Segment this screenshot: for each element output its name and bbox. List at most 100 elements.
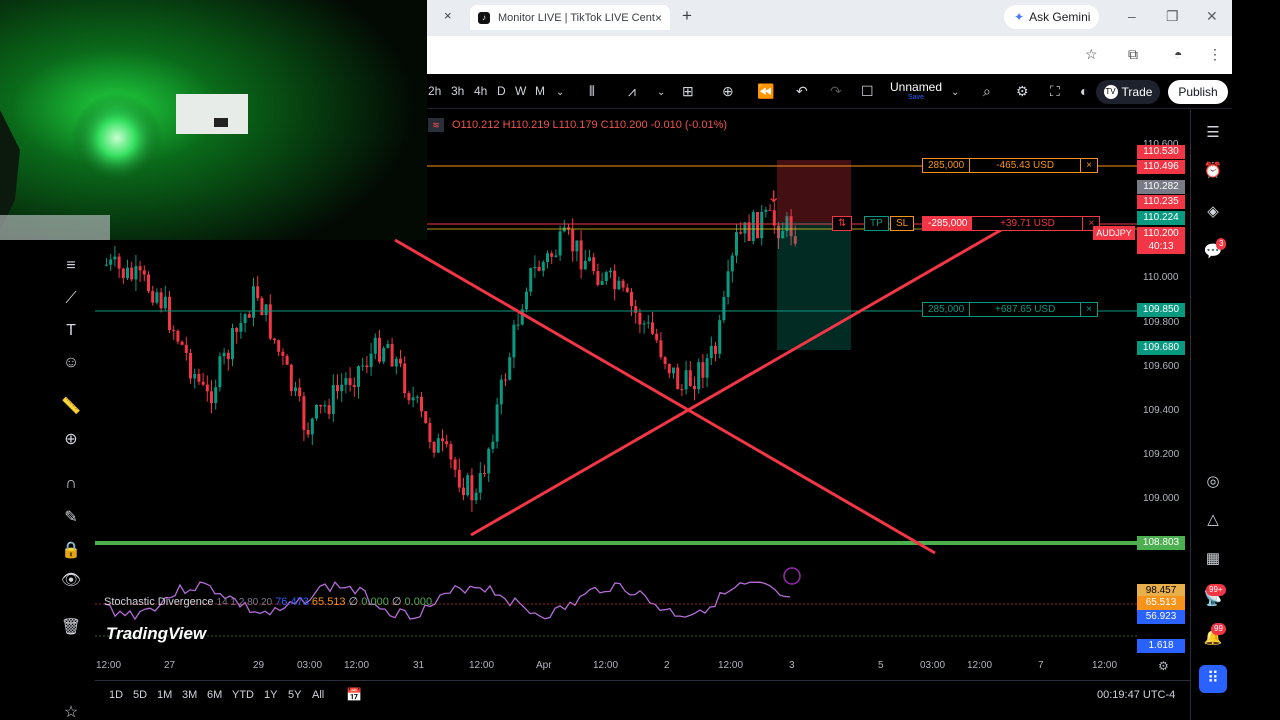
interval-m[interactable]: M bbox=[535, 84, 545, 98]
symbol-flag-icon[interactable]: ≋ bbox=[428, 118, 444, 132]
snapshot-icon[interactable]: ◐ bbox=[1080, 83, 1088, 99]
close-window-button[interactable]: ✕ bbox=[1206, 8, 1218, 25]
candle-body bbox=[277, 340, 281, 352]
lightning-icon[interactable] bbox=[783, 567, 801, 585]
maximize-button[interactable]: ❐ bbox=[1166, 8, 1179, 25]
candle-body bbox=[172, 330, 176, 332]
take-profit-order-label[interactable]: 285,000 +687.65 USD × bbox=[922, 302, 1098, 317]
redo-icon[interactable]: ↷ bbox=[830, 83, 842, 100]
candle-body bbox=[495, 404, 499, 442]
timeframe-5d[interactable]: 5D bbox=[133, 689, 147, 701]
tradingview-logo[interactable]: TradingView bbox=[106, 624, 206, 644]
layers-icon[interactable]: ◈ bbox=[1202, 201, 1224, 223]
indicators-dropdown-icon[interactable]: ⌄ bbox=[657, 87, 665, 98]
lock-drawing-icon[interactable]: ✎ bbox=[60, 507, 82, 529]
alerts-clock-icon[interactable]: ⏰ bbox=[1202, 160, 1224, 182]
fullscreen-icon[interactable]: ⛶ bbox=[1050, 83, 1060, 100]
timeframe-3m[interactable]: 3M bbox=[182, 689, 197, 701]
tab-close-icon[interactable]: × bbox=[655, 11, 662, 25]
reverse-position-icon[interactable]: ⇅ bbox=[833, 217, 851, 230]
settings-gear-icon[interactable]: ⚙ bbox=[1016, 83, 1029, 100]
candle-body bbox=[394, 358, 398, 367]
candle-body bbox=[474, 492, 478, 501]
interval-d[interactable]: D bbox=[497, 84, 506, 98]
timeframe-1d[interactable]: 1D bbox=[109, 689, 123, 701]
position-order-label[interactable]: -285,000 +39.71 USD × bbox=[922, 216, 1101, 231]
profile-icon[interactable]: ◓ bbox=[1174, 46, 1182, 62]
candle-body bbox=[571, 229, 575, 252]
timeframe-5y[interactable]: 5Y bbox=[288, 689, 301, 701]
publish-button[interactable]: Publish bbox=[1168, 80, 1228, 104]
trade-label: Trade bbox=[1121, 85, 1153, 99]
bookmark-star-icon[interactable]: ☆ bbox=[1085, 46, 1098, 63]
templates-icon[interactable]: ⊞ bbox=[682, 83, 694, 100]
browser-tab[interactable]: ♪ Monitor LIVE | TikTok LIVE Cent × bbox=[470, 5, 670, 30]
watchlist-icon[interactable]: ☰ bbox=[1202, 122, 1224, 144]
candle-body bbox=[462, 487, 465, 496]
candle-body bbox=[466, 475, 470, 496]
calendar-icon[interactable]: ▦ bbox=[1202, 548, 1224, 570]
new-tab-button[interactable]: + bbox=[682, 6, 692, 26]
magnet-icon[interactable]: ∩ bbox=[60, 473, 82, 495]
sl-close-icon[interactable]: × bbox=[1080, 159, 1097, 172]
replay-icon[interactable]: ⏪ bbox=[757, 83, 774, 100]
text-tool-icon[interactable]: T bbox=[60, 320, 82, 342]
stop-loss-order-label[interactable]: 285,000 -465.43 USD × bbox=[922, 158, 1098, 173]
ruler-icon[interactable]: 📏 bbox=[60, 396, 82, 418]
candles-icon[interactable]: ⫴ bbox=[589, 83, 595, 100]
candle-body bbox=[550, 253, 554, 257]
candle-body bbox=[533, 267, 537, 269]
interval-w[interactable]: W bbox=[515, 84, 526, 98]
layout-square-icon[interactable]: ☐ bbox=[861, 83, 874, 100]
interval-dropdown-icon[interactable]: ⌄ bbox=[556, 87, 564, 98]
minimize-button[interactable]: – bbox=[1128, 8, 1136, 24]
ideas-icon[interactable]: △ bbox=[1202, 509, 1224, 531]
pitchfork-tool-icon[interactable]: ⟋ bbox=[60, 288, 82, 310]
browser-menu-icon[interactable]: ⋮ bbox=[1208, 46, 1222, 63]
time-tick: 03:00 bbox=[297, 660, 323, 671]
target-icon[interactable]: ◎ bbox=[1202, 471, 1224, 493]
candle-body bbox=[617, 280, 621, 290]
interval-2h[interactable]: 2h bbox=[428, 84, 441, 98]
time-tick: 27 bbox=[164, 660, 176, 671]
favorites-star-icon[interactable]: ☆ bbox=[60, 702, 82, 720]
ohlc-high: H110.219 bbox=[502, 119, 550, 131]
trash-icon[interactable]: 🗑 bbox=[60, 617, 82, 639]
timeframe-6m[interactable]: 6M bbox=[207, 689, 222, 701]
emoji-tool-icon[interactable]: ☺ bbox=[60, 352, 82, 374]
add-sl-button[interactable]: SL bbox=[890, 216, 915, 231]
position-controls[interactable]: ⇅ bbox=[832, 216, 853, 231]
candle-body bbox=[264, 304, 268, 316]
quick-search-icon[interactable]: ⌕ bbox=[983, 83, 991, 100]
timeframe-1y[interactable]: 1Y bbox=[264, 689, 277, 701]
layout-name-button[interactable]: Unnamed Save bbox=[890, 80, 942, 101]
interval-3h[interactable]: 3h bbox=[451, 84, 464, 98]
close-tab-icon[interactable]: × bbox=[444, 8, 458, 26]
indicators-icon[interactable]: ⩘ bbox=[628, 83, 636, 100]
alert-icon[interactable]: ⊕ bbox=[722, 83, 734, 100]
tv-logo-icon: TV bbox=[1103, 85, 1118, 99]
tp-close-icon[interactable]: × bbox=[1080, 303, 1097, 316]
axis-settings-icon[interactable]: ⚙ bbox=[1158, 659, 1169, 673]
trade-button[interactable]: TV Trade bbox=[1096, 80, 1160, 104]
interval-4h[interactable]: 4h bbox=[474, 84, 487, 98]
timeframe-1m[interactable]: 1M bbox=[157, 689, 172, 701]
undo-icon[interactable]: ↶ bbox=[796, 83, 808, 100]
indicator-legend[interactable]: Stochastic Divergence 14 1 2 80 20 76.47… bbox=[104, 595, 432, 608]
candle-body bbox=[709, 346, 713, 359]
eye-icon[interactable]: 👁 bbox=[60, 570, 82, 592]
trendline-tool-icon[interactable]: ≡ bbox=[60, 255, 82, 277]
add-tp-button[interactable]: TP bbox=[864, 216, 889, 231]
date-range-icon[interactable]: 📅 bbox=[346, 687, 362, 703]
apps-grid-icon[interactable]: ⠿ bbox=[1199, 665, 1227, 693]
candle-body bbox=[726, 271, 730, 298]
lock-icon[interactable]: 🔒 bbox=[60, 540, 82, 562]
timeframe-ytd[interactable]: YTD bbox=[232, 689, 254, 701]
cast-icon[interactable]: ⧉ bbox=[1128, 46, 1138, 63]
timeframe-all[interactable]: All bbox=[312, 689, 324, 701]
address-bar[interactable] bbox=[427, 36, 1232, 74]
zoom-in-icon[interactable]: ⊕ bbox=[60, 429, 82, 451]
ask-gemini-button[interactable]: ✦ Ask Gemini bbox=[1004, 5, 1099, 29]
clock-timezone[interactable]: 00:19:47 UTC-4 bbox=[1097, 689, 1175, 701]
layout-dropdown-icon[interactable]: ⌄ bbox=[951, 87, 959, 98]
